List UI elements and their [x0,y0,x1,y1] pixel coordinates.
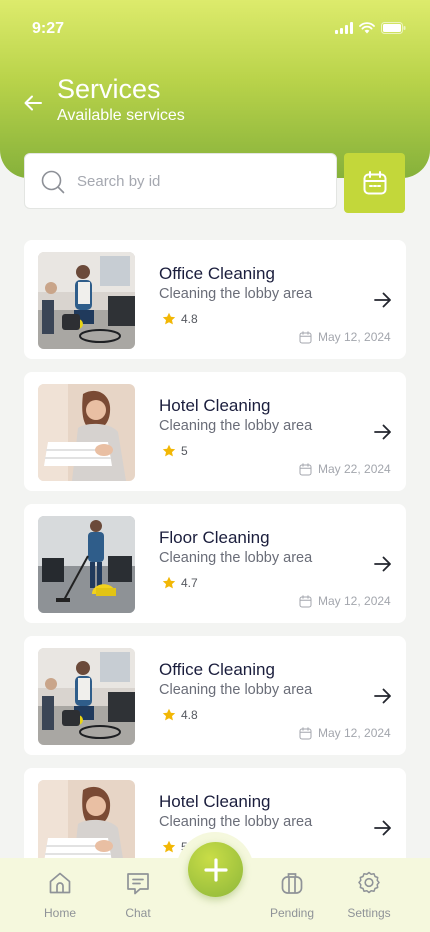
status-icons [335,22,406,34]
office-cleaning-photo [38,648,135,745]
service-card-1[interactable]: Office Cleaning Cleaning the lobby area … [24,240,406,359]
service-title: Hotel Cleaning [159,396,271,415]
service-rating: 4.8 [162,312,198,326]
battery-icon [381,22,406,34]
star-icon [162,708,176,721]
service-thumbnail [38,516,135,613]
service-card-2[interactable]: Hotel Cleaning Cleaning the lobby area 5… [24,372,406,491]
arrow-right-icon[interactable] [373,291,393,309]
star-icon [162,444,176,457]
service-title: Floor Cleaning [159,528,270,547]
arrow-right-icon[interactable] [373,423,393,441]
calendar-small-icon [299,330,312,343]
service-card-4[interactable]: Office Cleaning Cleaning the lobby area … [24,636,406,755]
service-rating: 4.7 [162,576,198,590]
star-icon [162,840,176,853]
status-bar: 9:27 [0,0,430,60]
nav-chat-label: Chat [125,906,151,920]
search-box [24,153,337,209]
service-thumbnail [38,252,135,349]
rating-value: 4.7 [181,576,198,590]
office-cleaning-photo [38,252,135,349]
calendar-small-icon [299,462,312,475]
rating-value: 4.8 [181,708,198,722]
date-text: May 12, 2024 [318,726,391,740]
star-icon [162,312,176,325]
service-date: May 12, 2024 [299,330,391,344]
search-icon [41,170,65,194]
date-text: May 12, 2024 [318,594,391,608]
star-icon [162,576,176,589]
nav-pending-label: Pending [269,906,315,920]
floor-cleaning-photo [38,516,135,613]
service-date: May 22, 2024 [299,462,391,476]
rating-value: 5 [181,444,188,458]
plus-icon [203,857,228,882]
page-title: Services [57,74,161,104]
hotel-cleaning-photo [38,384,135,481]
service-title: Hotel Cleaning [159,792,271,811]
calendar-icon [363,171,386,195]
service-title: Office Cleaning [159,660,275,679]
chat-icon [127,873,149,895]
briefcase-icon [281,873,303,894]
wifi-icon [359,22,375,34]
add-service-button[interactable] [188,842,243,897]
nav-settings-label: Settings [347,906,391,920]
date-text: May 22, 2024 [318,462,391,476]
nav-pending[interactable]: Pending [252,870,332,920]
calendar-small-icon [299,594,312,607]
search-input[interactable] [77,154,327,208]
nav-settings[interactable]: Settings [329,870,409,920]
calendar-filter-button[interactable] [344,153,405,213]
arrow-right-icon[interactable] [373,819,393,837]
service-description: Cleaning the lobby area [159,682,313,698]
arrow-right-icon[interactable] [373,555,393,573]
service-title: Office Cleaning [159,264,275,283]
settings-gear-icon [358,871,380,894]
service-date: May 12, 2024 [299,594,391,608]
service-rating: 5 [162,444,188,458]
nav-chat[interactable]: Chat [98,870,178,920]
service-description: Cleaning the lobby area [159,814,313,830]
service-rating: 4.8 [162,708,198,722]
add-button-wrap [176,832,254,910]
status-time: 9:27 [32,20,65,37]
service-date: May 12, 2024 [299,726,391,740]
service-description: Cleaning the lobby area [159,418,313,434]
calendar-small-icon [299,726,312,739]
cellular-signal-icon [335,22,353,34]
nav-home[interactable]: Home [20,870,100,920]
back-arrow-icon[interactable] [22,92,44,114]
page-subtitle: Available services [57,107,185,124]
nav-home-label: Home [43,906,76,920]
date-text: May 12, 2024 [318,330,391,344]
service-thumbnail [38,384,135,481]
home-icon [49,872,71,894]
rating-value: 4.8 [181,312,198,326]
service-card-3[interactable]: Floor Cleaning Cleaning the lobby area 4… [24,504,406,623]
service-description: Cleaning the lobby area [159,550,313,566]
arrow-right-icon[interactable] [373,687,393,705]
service-thumbnail [38,648,135,745]
service-description: Cleaning the lobby area [159,286,313,302]
